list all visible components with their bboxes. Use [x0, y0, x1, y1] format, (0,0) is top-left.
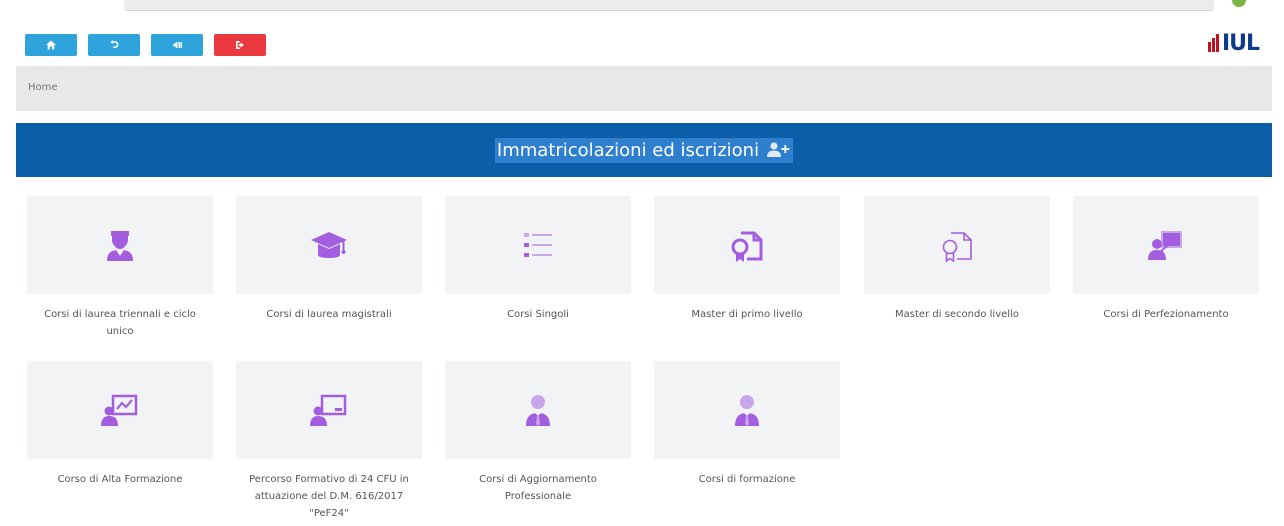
certificate-icon	[731, 231, 763, 262]
tile-master-primo-livello[interactable]: Master di primo livello	[654, 196, 840, 323]
tile-label: Corsi di laurea triennali e ciclo unico	[44, 309, 196, 337]
browser-top-strip	[0, 0, 1284, 18]
tile-corsi-formazione[interactable]: Corsi di formazione	[654, 361, 840, 488]
tile-icon-box	[445, 196, 631, 294]
tile-label: Master di primo livello	[691, 309, 803, 320]
tile-corsi-singoli[interactable]: Corsi Singoli	[445, 196, 631, 323]
presentation-chart-icon	[101, 394, 138, 426]
tile-corsi-laurea-triennali[interactable]: Corsi di laurea triennali e ciclo unico	[27, 196, 213, 340]
tile-icon-box	[445, 361, 631, 459]
address-bar[interactable]	[124, 0, 1214, 11]
tile-icon-box	[27, 361, 213, 459]
breadcrumb-home[interactable]: Home	[28, 82, 58, 93]
home-button[interactable]	[25, 34, 77, 56]
logo-mark	[1208, 34, 1220, 52]
tile-corso-alta-formazione[interactable]: Corso di Alta Formazione	[27, 361, 213, 488]
tile-icon-box	[27, 196, 213, 294]
logo-text: IUL	[1222, 30, 1260, 56]
banner-title-highlight: Immatricolazioni ed iscrizioni	[494, 137, 794, 163]
tile-label: Corsi di Perfezionamento	[1103, 309, 1229, 320]
tile-label: Master di secondo livello	[895, 309, 1019, 320]
breadcrumb: Home	[16, 66, 1272, 111]
tile-icon-box	[864, 196, 1050, 294]
tile-master-secondo-livello[interactable]: Master di secondo livello	[864, 196, 1050, 323]
businessman-icon	[735, 395, 759, 426]
section-banner: Immatricolazioni ed iscrizioni	[16, 123, 1272, 177]
back-icon	[172, 41, 182, 49]
tile-label: Corsi Singoli	[507, 309, 569, 320]
tile-icon-box	[654, 361, 840, 459]
certificate-outline-icon	[942, 232, 972, 263]
tile-label: Corsi di formazione	[698, 474, 796, 485]
graduation-cap-icon	[311, 232, 347, 258]
businessman-icon	[526, 395, 550, 426]
tile-icon-box	[236, 196, 422, 294]
tile-label: Corso di Alta Formazione	[57, 474, 183, 485]
tile-label: Corsi di Aggiornamento Professionale	[479, 474, 597, 502]
tile-corsi-perfezionamento[interactable]: Corsi di Perfezionamento	[1073, 196, 1259, 323]
tile-icon-box	[1073, 196, 1259, 294]
page-title: Immatricolazioni ed iscrizioni	[496, 139, 760, 161]
extension-icon[interactable]	[1232, 0, 1246, 7]
undo-icon	[110, 40, 119, 48]
undo-button[interactable]	[88, 34, 140, 56]
university-logo[interactable]: IUL	[1208, 30, 1260, 56]
top-toolbar: IUL	[0, 18, 1284, 66]
tile-corsi-aggiornamento-professionale[interactable]: Corsi di Aggiornamento Professionale	[445, 361, 631, 505]
tile-label: Percorso Formativo di 24 CFU in attuazio…	[249, 474, 409, 519]
back-button[interactable]	[151, 34, 203, 56]
teacher-screen-icon	[310, 394, 347, 426]
user-add-icon	[765, 141, 791, 159]
list-icon	[524, 233, 552, 257]
logout-button[interactable]	[214, 34, 266, 56]
logout-icon	[236, 41, 244, 49]
tile-corsi-laurea-magistrali[interactable]: Corsi di laurea magistrali	[236, 196, 422, 323]
tile-icon-box	[236, 361, 422, 459]
graduate-student-icon	[107, 231, 133, 261]
teacher-board-icon	[1148, 231, 1182, 260]
tile-icon-box	[654, 196, 840, 294]
tile-label: Corsi di laurea magistrali	[266, 309, 392, 320]
home-icon	[46, 40, 56, 50]
tile-percorso-24-cfu[interactable]: Percorso Formativo di 24 CFU in attuazio…	[236, 361, 422, 522]
